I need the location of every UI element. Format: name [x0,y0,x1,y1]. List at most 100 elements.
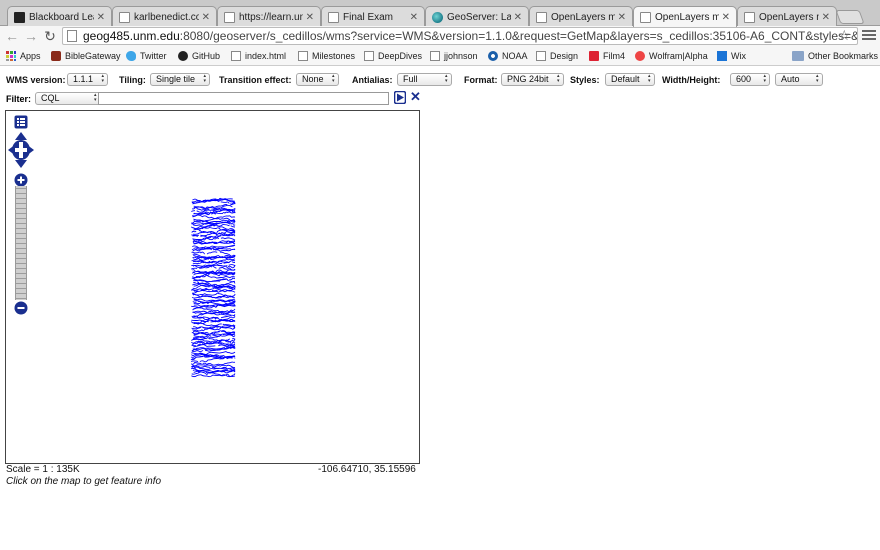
bookmark-biblegateway[interactable]: BibleGateway [51,50,121,62]
tab-title: karlbenedict.com/ [134,11,199,23]
close-tab-icon[interactable]: ✕ [202,12,210,23]
page-icon [744,11,755,23]
filter-type-select[interactable]: CQL [35,92,101,105]
styles-select[interactable]: Default [605,73,655,86]
browser-tab[interactable]: Blackboard Learn ✕ [7,6,112,27]
bookmark-github[interactable]: GitHub [178,50,220,62]
page-icon [328,11,339,23]
zoom-out-icon[interactable] [14,301,28,315]
tab-title: Final Exam [343,11,394,23]
wolfram-icon [635,51,645,61]
browser-tab-strip: Blackboard Learn ✕ karlbenedict.com/ ✕ h… [0,0,880,27]
address-bar[interactable]: geog485.unm.edu:8080/geoserver/s_cedillo… [62,27,858,45]
close-tab-icon[interactable]: ✕ [722,12,730,23]
folder-icon [792,51,804,61]
browser-tab[interactable]: OpenLayers map p ✕ [737,6,837,27]
page-icon [224,11,235,23]
bookmark-index[interactable]: index.html [231,50,286,62]
page-icon [364,51,374,61]
layer-switcher-icon[interactable] [14,115,28,129]
filter-input[interactable] [98,92,389,105]
close-tab-icon[interactable]: ✕ [410,12,418,23]
bookmark-wolframalpha[interactable]: Wolfram|Alpha [635,50,708,62]
browser-tab[interactable]: karlbenedict.com/ ✕ [112,6,217,27]
tab-title: OpenLayers map p [551,11,615,23]
bookmark-twitter[interactable]: Twitter [126,50,167,62]
forward-arrow-icon[interactable]: → [23,28,39,44]
bookmark-other[interactable]: Other Bookmarks [792,50,878,62]
apps-grid-icon [6,51,16,61]
tab-title: https://learn.unm [239,11,303,23]
map-viewport[interactable] [5,110,420,464]
height-select[interactable]: Auto [775,73,823,86]
filter-label: Filter: [6,94,32,104]
width-select[interactable]: 600 [730,73,771,86]
noaa-icon [488,51,498,61]
back-arrow-icon[interactable]: ← [4,28,20,44]
antialias-label: Antialias: [352,75,393,85]
film4-icon [589,51,599,61]
browser-tab-active[interactable]: OpenLayers map p ✕ [633,6,737,27]
browser-tab[interactable]: https://learn.unm ✕ [217,6,321,27]
browser-tab[interactable]: Final Exam ✕ [321,6,425,27]
zoom-in-icon[interactable] [14,173,28,187]
pan-up-arrow-icon[interactable] [15,132,27,140]
zoom-slider[interactable] [15,186,27,300]
page-icon [640,11,651,23]
tab-title: OpenLayers map p [759,11,819,23]
format-label: Format: [464,75,498,85]
bookmark-wix[interactable]: Wix [717,50,746,62]
pan-control[interactable] [8,132,34,168]
close-tab-icon[interactable]: ✕ [618,12,626,23]
bookmark-milestones[interactable]: Milestones [298,50,355,62]
contour-features[interactable] [6,111,420,464]
page-icon [231,51,241,61]
github-icon [178,51,188,61]
page-icon [67,30,77,42]
format-select[interactable]: PNG 24bit [501,73,564,86]
blackboard-icon [14,11,25,23]
browser-toolbar: ← → ↻ geog485.unm.edu:8080/geoserver/s_c… [0,26,880,46]
scale-readout: Scale = 1 : 135K [6,464,80,475]
hamburger-menu-icon[interactable] [862,28,876,42]
page-icon [298,51,308,61]
tiling-label: Tiling: [119,75,146,85]
page-icon [536,11,547,23]
page-icon [536,51,546,61]
geoserver-icon [432,11,443,23]
reload-icon[interactable]: ↻ [42,28,58,44]
close-tab-icon[interactable]: ✕ [822,12,830,23]
reset-filter-x-icon[interactable]: ✕ [410,90,421,104]
close-tab-icon[interactable]: ✕ [306,12,314,23]
antialias-select[interactable]: Full [397,73,452,86]
bookmark-star-icon[interactable]: ☆ [838,27,851,44]
close-tab-icon[interactable]: ✕ [514,12,522,23]
mouse-coordinates: -106.64710, 35.15596 [318,464,416,475]
browser-tab[interactable]: OpenLayers map p ✕ [529,6,633,27]
wms-version-label: WMS version: [6,75,66,85]
url-host: geog485.unm.edu [83,29,180,43]
apply-filter-play-icon[interactable] [394,91,406,104]
page-icon [119,11,130,23]
bookmark-design[interactable]: Design [536,50,578,62]
browser-tab[interactable]: GeoServer: Layer P ✕ [425,6,529,27]
bookmark-deepdives[interactable]: DeepDives [364,50,422,62]
bookmark-jjohnson[interactable]: jjohnson [430,50,478,62]
tab-title: OpenLayers map p [655,11,719,23]
pan-down-arrow-icon[interactable] [15,160,27,168]
new-tab-button[interactable] [835,10,865,24]
transition-effect-select[interactable]: None [296,73,339,86]
page-content: WMS version: 1.1.1 Tiling: Single tile T… [0,67,880,550]
bookmark-apps[interactable]: Apps [6,50,41,62]
feature-info-hint: Click on the map to get feature info [6,476,162,487]
page-icon [430,51,440,61]
tiling-select[interactable]: Single tile [150,73,211,86]
close-tab-icon[interactable]: ✕ [97,12,105,23]
wms-version-select[interactable]: 1.1.1 [67,73,109,86]
tab-title: GeoServer: Layer P [447,11,511,23]
biblegateway-icon [51,51,61,61]
twitter-bird-icon [126,51,136,61]
bookmark-film4[interactable]: Film4 [589,50,625,62]
bookmark-noaa[interactable]: NOAA [488,50,528,62]
styles-label: Styles: [570,75,600,85]
